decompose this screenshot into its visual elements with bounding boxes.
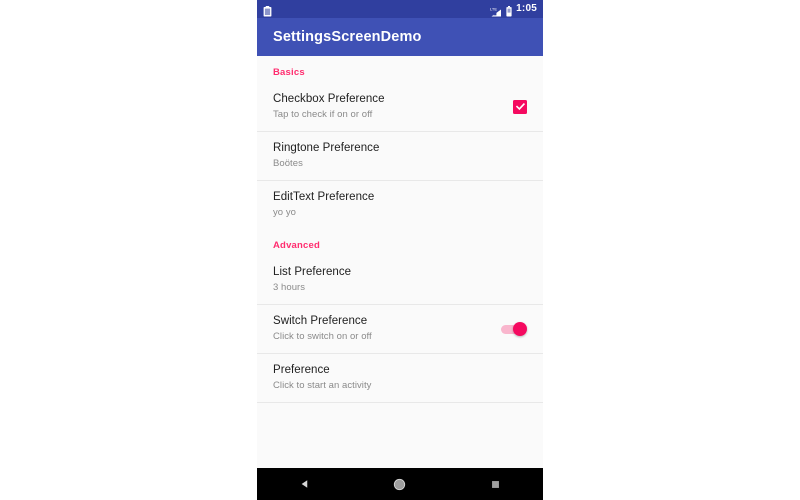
screenshot-root: LTE 1:05 SettingsScreenDemo Basics Check… [0, 0, 800, 500]
preference-row-list[interactable]: List Preference 3 hours [257, 256, 543, 304]
preference-summary: yo yo [273, 207, 296, 218]
preference-text: Switch Preference Click to switch on or … [273, 314, 489, 343]
preference-summary: Boötes [273, 158, 303, 169]
list-divider [257, 402, 543, 403]
preference-row-checkbox[interactable]: Checkbox Preference Tap to check if on o… [257, 83, 543, 131]
preference-text: List Preference 3 hours [273, 265, 527, 294]
svg-text:LTE: LTE [490, 6, 497, 11]
lte-signal-icon: LTE [490, 4, 502, 16]
recents-button[interactable] [471, 468, 519, 500]
preference-summary: Tap to check if on or off [273, 109, 373, 120]
preference-widget[interactable] [513, 99, 527, 114]
preference-widget[interactable] [501, 321, 527, 336]
circle-home-icon [393, 478, 406, 491]
preference-title: List Preference [273, 266, 352, 278]
square-recents-icon [490, 479, 501, 490]
home-button[interactable] [376, 468, 424, 500]
preference-row-edittext[interactable]: EditText Preference yo yo [257, 181, 543, 229]
preference-row-ringtone[interactable]: Ringtone Preference Boötes [257, 132, 543, 180]
preference-list[interactable]: Basics Checkbox Preference Tap to check … [257, 56, 543, 468]
preference-title: Switch Preference [273, 315, 368, 327]
preference-title: Ringtone Preference [273, 142, 380, 154]
preference-summary: Click to start an activity [273, 380, 372, 391]
checkbox-checked-icon[interactable] [513, 99, 527, 114]
app-bar-title: SettingsScreenDemo [273, 29, 422, 45]
preference-title: Checkbox Preference [273, 93, 385, 105]
switch-thumb[interactable] [513, 321, 527, 336]
preference-category-advanced: Advanced [273, 240, 321, 251]
status-bar: LTE 1:05 [257, 0, 543, 18]
preference-summary: Click to switch on or off [273, 331, 372, 342]
android-navigation-bar [257, 468, 543, 500]
preference-text: Checkbox Preference Tap to check if on o… [273, 92, 501, 121]
status-bar-clock: 1:05 [516, 3, 537, 14]
preference-row-switch[interactable]: Switch Preference Click to switch on or … [257, 305, 543, 353]
preference-category-basics: Basics [273, 67, 305, 78]
switch-toggle-on[interactable] [501, 321, 527, 336]
triangle-back-icon [299, 478, 311, 490]
preference-text: EditText Preference yo yo [273, 190, 527, 219]
clipboard-icon [263, 4, 272, 16]
preference-summary: 3 hours [273, 282, 306, 293]
preference-text: Ringtone Preference Boötes [273, 141, 527, 170]
preference-row-activity[interactable]: Preference Click to start an activity [257, 354, 543, 402]
preference-text: Preference Click to start an activity [273, 363, 527, 392]
battery-icon [506, 4, 512, 16]
app-bar: SettingsScreenDemo [257, 18, 543, 56]
status-bar-right-icons: LTE 1:05 [490, 3, 537, 16]
status-bar-left-icons [263, 4, 272, 16]
phone-screen: LTE 1:05 SettingsScreenDemo Basics Check… [257, 0, 543, 500]
preference-title: Preference [273, 364, 330, 376]
back-button[interactable] [281, 468, 329, 500]
preference-title: EditText Preference [273, 191, 375, 203]
